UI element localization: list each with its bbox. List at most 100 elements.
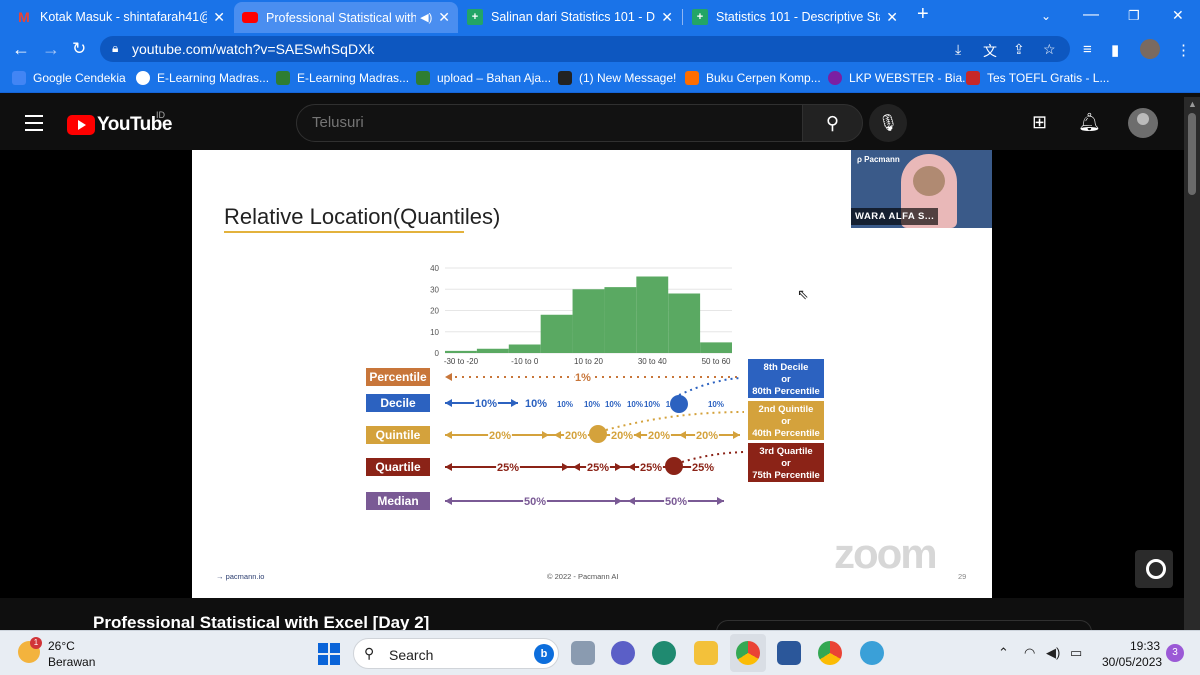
side-panel-icon[interactable]: ▮ [1111,41,1119,59]
bookmark-item[interactable]: E-Learning Madras... [136,71,269,85]
percent-label: 20% [611,430,633,442]
hamburger-menu-icon[interactable] [25,115,43,136]
search-box [296,104,803,142]
bookmark-icon [12,71,26,85]
profile-avatar[interactable] [1140,39,1160,59]
chat-icon[interactable] [611,641,635,665]
histogram-bar [540,314,573,353]
notification-badge[interactable]: 3 [1166,644,1184,662]
footer-left: → pacmann.io [216,572,264,581]
new-tab-icon[interactable]: + [917,3,929,26]
install-icon[interactable]: ⤓ [955,41,961,58]
minimize-icon[interactable]: — [1083,6,1099,24]
blogger-icon [685,71,699,85]
create-video-icon[interactable]: ⊞ [1032,112,1047,133]
voice-search-button[interactable]: 🎙︎ [869,104,907,142]
row-label: Median [377,494,418,508]
task-view-icon[interactable] [571,641,595,665]
file-explorer-icon[interactable] [694,641,718,665]
avatar[interactable] [1128,108,1158,138]
clock-date[interactable]: 30/05/2023 [1102,655,1162,669]
percent-label: 50% [665,496,687,508]
bookmark-label: Google Cendekia [33,71,126,85]
clock-time[interactable]: 19:33 [1130,639,1160,653]
forward-icon[interactable]: → [42,39,60,60]
close-icon[interactable]: ✕ [438,9,450,26]
address-bar[interactable]: 🔒︎ youtube.com/watch?v=SAESwhSqDXk ⤓ 文 ⇪… [100,36,1070,62]
bookmark-item[interactable]: Google Cendekia [12,71,126,85]
menu-icon[interactable]: ⋮ [1176,41,1191,59]
chrome-icon[interactable] [736,641,760,665]
percent-label: 25% [640,462,662,474]
bookmark-item[interactable]: Tes TOEFL Gratis - L... [966,71,1109,85]
bookmark-item[interactable]: E-Learning Madras... [276,71,409,85]
edge-icon[interactable] [652,641,676,665]
tab-gmail[interactable]: M Kotak Masuk - shintafarah41@gr ✕ [8,3,233,31]
bookmark-item[interactable]: LKP WEBSTER - Bia... [828,71,972,85]
row-label: Quintile [376,428,421,442]
weather-temp: 26°C [48,639,75,653]
taskbar-search-label: Search [389,647,434,663]
close-icon[interactable]: ✕ [661,9,673,26]
word-icon[interactable] [777,641,801,665]
start-button[interactable] [318,643,340,665]
decile-small-label: 10% [708,400,724,409]
video-player[interactable]: Relative Location(Quantiles) 0 10 20 30 40 -3… [0,150,1184,598]
lock-icon: 🔒︎ [112,41,119,55]
audio-icon[interactable]: ◀) [420,11,432,24]
wifi-icon[interactable]: ◠ [1024,645,1035,661]
quintile-marker [589,425,607,443]
chevron-up-icon[interactable]: ⌃ [998,645,1009,661]
arrow-head [628,463,635,471]
window-close-icon[interactable]: ✕ [1172,7,1184,24]
bookmark-label: (1) New Message! [579,71,677,85]
arrow-head [733,431,740,439]
chrome-icon[interactable] [818,641,842,665]
back-icon[interactable]: ← [12,39,30,60]
close-icon[interactable]: ✕ [886,9,898,26]
youtube-header: YouTube ID ⚲ 🎙︎ ⊞ 🔔︎ [0,97,1184,150]
tab-title: Professional Statistical with E [266,10,417,25]
restore-icon[interactable]: ❐ [1128,8,1140,24]
chevron-down-icon[interactable]: ⌄ [1041,9,1051,23]
scroll-thumb[interactable] [1188,113,1196,195]
bookmark-icon [558,71,572,85]
search-input[interactable] [312,114,782,131]
battery-icon[interactable]: ▭ [1070,645,1082,661]
tab-sheets-copy[interactable]: + Salinan dari Statistics 101 - Descr ✕ [459,3,681,31]
arrow-head [573,463,580,471]
sheets-icon: + [467,9,483,25]
decile-marker [670,395,688,413]
close-icon[interactable]: ✕ [213,9,225,26]
reload-icon[interactable]: ↻ [72,39,86,59]
decile-small-label: 10% [644,400,660,409]
bookmark-item[interactable]: Buku Cerpen Komp... [685,71,821,85]
reading-list-icon[interactable]: ≡ [1083,41,1092,58]
arrow-head [615,497,622,505]
tab-youtube[interactable]: Professional Statistical with E ◀) ✕ [234,2,458,33]
taskbar-search[interactable]: ⚲ Search b [353,638,559,669]
bookmark-item[interactable]: (1) New Message! [558,71,676,85]
x-tick-label: -10 to 0 [511,357,539,366]
percent-label: 50% [524,496,546,508]
arrow-head [445,373,452,381]
decile-connector [678,377,741,396]
translate-icon[interactable]: 文 [983,41,997,61]
percent-label: 1% [575,372,591,384]
page-scrollbar[interactable]: ▲ [1184,97,1200,630]
callout-text: or [781,458,791,469]
tab-title: Statistics 101 - Descriptive Statist [716,10,880,24]
speaker-icon[interactable]: ◀) [1046,645,1060,661]
tab-sheets[interactable]: + Statistics 101 - Descriptive Statist ✕ [684,3,906,31]
notifications-bell-icon[interactable]: 🔔︎ [1078,112,1101,133]
decile-small-label: 10% [627,400,643,409]
percent-label: 10% [525,398,547,410]
bookmark-item[interactable]: upload – Bahan Aja... [416,71,551,85]
bookmark-star-icon[interactable]: ☆ [1043,41,1056,58]
app-icon[interactable] [860,641,884,665]
search-button[interactable]: ⚲ [802,104,863,142]
scroll-up-arrow-icon[interactable]: ▲ [1188,99,1197,109]
video-info: Professional Statistical with Excel [Day… [0,598,1184,632]
share-icon[interactable]: ⇪ [1013,41,1025,58]
bookmark-label: Buku Cerpen Komp... [706,71,821,85]
